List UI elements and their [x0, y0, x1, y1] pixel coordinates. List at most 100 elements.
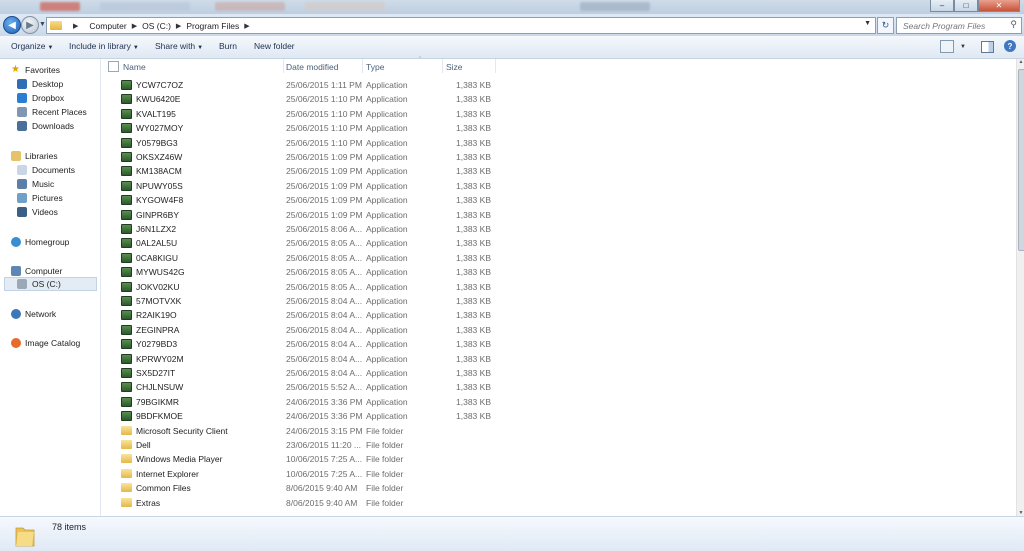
file-row[interactable]: YCW7C7OZ 25/06/2015 1:11 PM Application 1,3…: [101, 78, 501, 92]
change-view-button[interactable]: ▼: [940, 40, 966, 53]
file-row[interactable]: 0CA8KIGU 25/06/2015 8:05 A... Application 1…: [101, 251, 501, 265]
dropdown-arrow-icon: ▼: [197, 45, 204, 51]
address-dropdown-icon[interactable]: ▼: [864, 20, 871, 27]
breadcrumb-label[interactable]: Computer: [89, 21, 126, 31]
file-row[interactable]: 79BGIKMR 24/06/2015 3:36 PM Application 1,3…: [101, 395, 501, 409]
file-date-modified: 23/06/2015 11:20 ...: [286, 440, 361, 450]
nav-recent-places[interactable]: Recent Places: [17, 105, 87, 119]
dropbox-icon: [17, 93, 27, 103]
breadcrumb-os-c[interactable]: OS (C:) ▶: [142, 21, 186, 31]
column-divider[interactable]: [442, 59, 443, 73]
column-name[interactable]: Name: [123, 62, 146, 72]
nav-homegroup[interactable]: Homegroup: [11, 235, 69, 249]
recent-pages-dropdown[interactable]: ▼: [39, 21, 46, 28]
file-row[interactable]: J6N1LZX2 25/06/2015 8:06 A... Application 1…: [101, 222, 501, 236]
help-icon[interactable]: ?: [1004, 40, 1016, 52]
file-row[interactable]: Dell 23/06/2015 11:20 ... File folder: [101, 438, 501, 452]
nav-favorites[interactable]: ★ Favorites: [11, 63, 60, 77]
file-row[interactable]: R2AIK19O 25/06/2015 8:04 A... Application 1…: [101, 308, 501, 322]
file-row[interactable]: Microsoft Security Client 24/06/2015 3:15…: [101, 424, 501, 438]
nav-libraries[interactable]: Libraries: [11, 149, 58, 163]
file-row[interactable]: Common Files 8/06/2015 9:40 AM File folder: [101, 481, 501, 495]
include-in-library-button[interactable]: Include in library ▼: [69, 41, 139, 51]
vertical-scrollbar[interactable]: ▲ ▼: [1016, 59, 1024, 516]
file-row[interactable]: SX5D27IT 25/06/2015 8:04 A... Application 1…: [101, 366, 501, 380]
file-row[interactable]: KWU6420E 25/06/2015 1:10 PM Application 1,3…: [101, 92, 501, 106]
column-divider[interactable]: [362, 59, 363, 73]
file-row[interactable]: Y0579BG3 25/06/2015 1:10 PM Application 1,3…: [101, 136, 501, 150]
image-catalog-icon: [11, 338, 21, 348]
nav-dropbox[interactable]: Dropbox: [17, 91, 64, 105]
column-date-modified[interactable]: Date modified: [286, 62, 338, 72]
file-row[interactable]: Y0279BD3 25/06/2015 8:04 A... Application 1…: [101, 337, 501, 351]
search-icon[interactable]: ⚲: [1010, 19, 1017, 30]
chevron-right-icon[interactable]: ▶: [132, 22, 137, 30]
nav-music[interactable]: Music: [17, 177, 54, 191]
column-divider[interactable]: [495, 59, 496, 73]
file-type: Application: [366, 339, 408, 350]
file-row[interactable]: CHJLNSUW 25/06/2015 5:52 A... Application 1…: [101, 380, 501, 394]
file-row[interactable]: Internet Explorer 10/06/2015 7:25 A... Fil…: [101, 467, 501, 481]
column-type[interactable]: Type: [366, 62, 384, 72]
breadcrumb-program-files[interactable]: Program Files ▶: [186, 21, 254, 31]
file-type: Application: [366, 281, 408, 292]
chevron-right-icon[interactable]: ▶: [244, 22, 249, 30]
minimize-button[interactable]: –: [930, 0, 954, 12]
file-row[interactable]: ZEGINPRA 25/06/2015 8:04 A... Application 1…: [101, 323, 501, 337]
chevron-right-icon[interactable]: ▶: [73, 22, 78, 30]
file-row[interactable]: GINPR6BY 25/06/2015 1:09 PM Application 1,3…: [101, 208, 501, 222]
file-row[interactable]: KPRWY02M 25/06/2015 8:04 A... Application 1…: [101, 352, 501, 366]
nav-videos[interactable]: Videos: [17, 205, 58, 219]
chevron-right-icon[interactable]: ▶: [176, 22, 181, 30]
nav-documents[interactable]: Documents: [17, 163, 75, 177]
address-bar[interactable]: ▶ Computer ▶ OS (C:) ▶ Program Files ▶ ▼: [46, 17, 876, 34]
drive-icon: [17, 279, 27, 289]
file-row[interactable]: OKSXZ46W 25/06/2015 1:09 PM Application 1,3…: [101, 150, 501, 164]
column-divider[interactable]: [283, 59, 284, 73]
file-row[interactable]: 9BDFKMOE 24/06/2015 3:36 PM Application 1,3…: [101, 409, 501, 423]
nav-downloads[interactable]: Downloads: [17, 119, 74, 133]
maximize-button[interactable]: □: [954, 0, 978, 12]
file-row[interactable]: 57MOTVXK 25/06/2015 8:04 A... Application 1…: [101, 294, 501, 308]
nav-label: Network: [25, 309, 57, 319]
scrollbar-thumb[interactable]: [1018, 69, 1024, 251]
file-row[interactable]: Extras 8/06/2015 9:40 AM File folder: [101, 496, 501, 510]
file-row[interactable]: Windows Media Player 10/06/2015 7:25 A...…: [101, 452, 501, 466]
new-folder-button[interactable]: New folder: [254, 41, 295, 51]
nav-image-catalog[interactable]: Image Catalog: [11, 336, 80, 350]
nav-computer[interactable]: Computer: [11, 264, 62, 278]
burn-button[interactable]: Burn: [219, 41, 237, 51]
nav-os-c[interactable]: OS (C:): [4, 277, 97, 291]
file-row[interactable]: 0AL2AL5U 25/06/2015 8:05 A... Application 1…: [101, 236, 501, 250]
file-name: ZEGINPRA: [136, 324, 180, 335]
refresh-button[interactable]: ↻: [877, 17, 894, 34]
preview-pane-icon[interactable]: [981, 41, 994, 53]
breadcrumb-label[interactable]: Program Files: [186, 21, 239, 31]
organize-button[interactable]: Organize ▼: [11, 41, 53, 51]
share-with-button[interactable]: Share with ▼: [155, 41, 203, 51]
back-button[interactable]: ◀: [3, 16, 21, 34]
file-row[interactable]: WY027MOY 25/06/2015 1:10 PM Application 1,3…: [101, 121, 501, 135]
column-size[interactable]: Size: [446, 62, 463, 72]
scroll-up-icon[interactable]: ▲: [1017, 59, 1024, 65]
nav-pictures[interactable]: Pictures: [17, 191, 63, 205]
file-row[interactable]: JOKV02KU 25/06/2015 8:05 A... Application 1…: [101, 280, 501, 294]
forward-button[interactable]: ▶: [21, 16, 39, 34]
breadcrumb-computer[interactable]: Computer ▶: [89, 21, 142, 31]
search-box[interactable]: ⚲: [896, 17, 1022, 34]
breadcrumb-label[interactable]: OS (C:): [142, 21, 171, 31]
file-row[interactable]: MYWUS42G 25/06/2015 8:05 A... Application 1…: [101, 265, 501, 279]
nav-network[interactable]: Network: [11, 307, 56, 321]
close-button[interactable]: ✕: [978, 0, 1020, 12]
file-row[interactable]: KYGOW4F8 25/06/2015 1:09 PM Application 1,3…: [101, 193, 501, 207]
burn-label: Burn: [219, 41, 237, 51]
application-icon: [121, 324, 132, 335]
view-dropdown-icon[interactable]: ▼: [960, 44, 966, 50]
search-input[interactable]: [901, 19, 1005, 32]
nav-desktop[interactable]: Desktop: [17, 77, 63, 91]
file-row[interactable]: NPUWY05S 25/06/2015 1:09 PM Application 1,3…: [101, 179, 501, 193]
file-row[interactable]: KVALT195 25/06/2015 1:10 PM Application 1,3…: [101, 107, 501, 121]
file-row[interactable]: KM138ACM 25/06/2015 1:09 PM Application 1,3…: [101, 164, 501, 178]
file-date-modified: 25/06/2015 8:05 A...: [286, 252, 363, 263]
select-all-checkbox[interactable]: [108, 61, 119, 72]
